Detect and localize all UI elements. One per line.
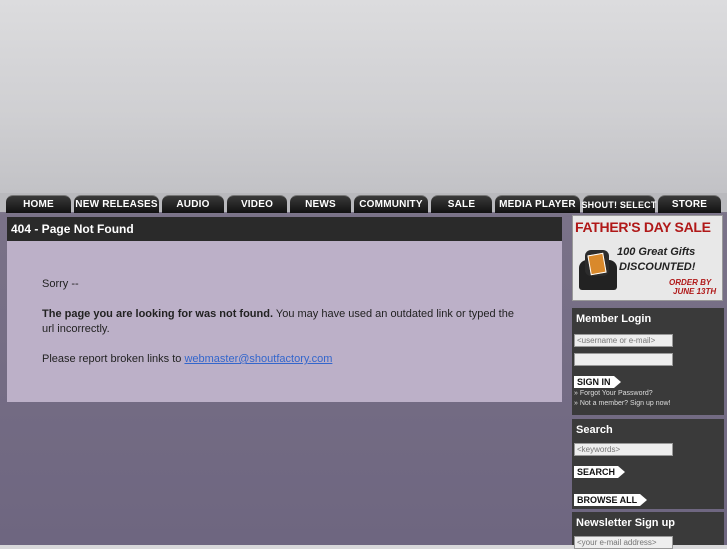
- nav-video[interactable]: VIDEO: [227, 195, 287, 213]
- sign-in-button[interactable]: SIGN IN: [574, 376, 620, 388]
- keywords-input[interactable]: [574, 443, 673, 456]
- nav-media-player[interactable]: MEDIA PLAYER: [495, 195, 580, 213]
- search-button[interactable]: SEARCH: [574, 466, 626, 478]
- sign-up-link[interactable]: » Not a member? Sign up now!: [574, 399, 724, 409]
- nav-new-releases[interactable]: NEW RELEASES: [74, 195, 159, 213]
- forgot-password-link[interactable]: » Forgot Your Password?: [574, 389, 724, 399]
- search-label: Search: [576, 424, 613, 436]
- chair-image: [577, 246, 619, 296]
- notch-decoration: [696, 330, 724, 344]
- webmaster-email-link[interactable]: webmaster@shoutfactory.com: [184, 353, 332, 365]
- newsletter-email-input[interactable]: [574, 536, 673, 549]
- search-box: Search SEARCH BROWSE ALL: [572, 419, 724, 509]
- promo-order-by: ORDER BY: [669, 278, 712, 287]
- nav-news[interactable]: NEWS: [290, 195, 351, 213]
- page-title: 404 - Page Not Found: [7, 217, 562, 241]
- notch-decoration: [696, 441, 724, 455]
- password-input[interactable]: [574, 353, 673, 366]
- promo-date: JUNE 13TH: [673, 287, 717, 296]
- member-login-title: Member Login: [572, 308, 724, 344]
- promo-discounted: DISCOUNTED!: [619, 261, 696, 273]
- nav-store[interactable]: STORE: [658, 195, 721, 213]
- error-panel: 404 - Page Not Found Sorry -- The page y…: [7, 217, 562, 402]
- report-label: Please report broken links to: [42, 353, 185, 365]
- promo-title: FATHER'S DAY SALE: [575, 219, 711, 235]
- member-login-label: Member Login: [576, 313, 652, 325]
- nav-sale[interactable]: SALE: [431, 195, 492, 213]
- username-input[interactable]: [574, 334, 673, 347]
- fathers-day-promo-banner[interactable]: FATHER'S DAY SALE 100 Great Gifts DISCOU…: [572, 215, 723, 301]
- main-nav: HOME NEW RELEASES AUDIO VIDEO NEWS COMMU…: [0, 193, 727, 213]
- newsletter-label: Newsletter Sign up: [576, 517, 676, 529]
- newsletter-title: Newsletter Sign up: [572, 512, 724, 534]
- newsletter-box: Newsletter Sign up: [572, 512, 724, 549]
- not-found-bold: The page you are looking for was not fou…: [42, 308, 274, 320]
- search-title: Search: [572, 419, 724, 455]
- nav-audio[interactable]: AUDIO: [162, 195, 224, 213]
- error-message: Sorry -- The page you are looking for wa…: [7, 241, 562, 367]
- promo-subtitle: 100 Great Gifts: [617, 246, 696, 258]
- sorry-text: Sorry --: [42, 278, 79, 290]
- not-found-text: The page you are looking for was not fou…: [42, 307, 527, 337]
- header-banner: [0, 0, 727, 193]
- report-text: Please report broken links to webmaster@…: [42, 352, 527, 367]
- nav-shout-select[interactable]: SHOUT! SELECT: [581, 195, 656, 213]
- sidebar: FATHER'S DAY SALE 100 Great Gifts DISCOU…: [572, 213, 724, 549]
- member-login-box: Member Login SIGN IN » Forgot Your Passw…: [572, 308, 724, 415]
- nav-community[interactable]: COMMUNITY: [354, 195, 428, 213]
- nav-home[interactable]: HOME: [6, 195, 71, 213]
- browse-all-button[interactable]: BROWSE ALL: [574, 494, 648, 506]
